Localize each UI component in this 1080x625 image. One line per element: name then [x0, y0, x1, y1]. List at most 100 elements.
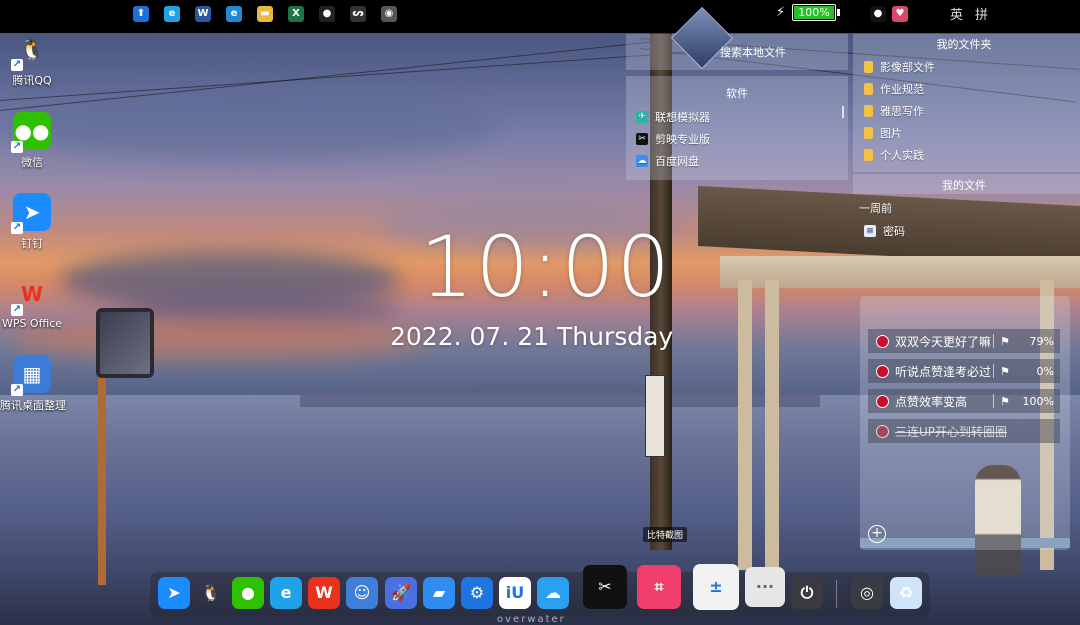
todo-item-text: 双双今天更好了嘛	[895, 334, 992, 349]
todo-separator	[993, 334, 994, 348]
todo-item-text: 点赞效率变高	[895, 394, 968, 409]
battery-cell: 100%	[792, 4, 836, 21]
todo-item[interactable]: 三连UP开心到转圈圈	[868, 419, 1060, 443]
software-item-label: 联想模拟器	[655, 111, 710, 124]
battery-percent: 100%	[798, 6, 830, 19]
folder-item[interactable]: 个人实践	[864, 147, 924, 163]
settings-icon[interactable]: ⚙	[461, 577, 493, 609]
qq-icon[interactable]: 🐧	[195, 577, 227, 609]
wps-icon[interactable]: W	[308, 577, 340, 609]
file-item-label: 密码	[883, 225, 905, 238]
folder-item-label: 作业规范	[880, 83, 924, 96]
folder-item[interactable]: 图片	[864, 125, 902, 141]
todo-item[interactable]: 双双今天更好了嘛 ⚑ 79%	[868, 329, 1060, 353]
add-todo-button[interactable]: +	[868, 525, 886, 543]
todo-item[interactable]: 听说点赞逢考必过 ⚑ 0%	[868, 359, 1060, 383]
todo-checkbox[interactable]	[876, 334, 889, 348]
more-icon[interactable]: ···	[745, 567, 785, 607]
folder-item-label: 个人实践	[880, 149, 924, 162]
folder-item[interactable]: 影像部文件	[864, 59, 935, 75]
app-shortcut-icon: ✂	[636, 133, 648, 145]
dock-tooltip: 比特截图	[643, 527, 688, 542]
flag-icon: ⚑	[1000, 364, 1010, 378]
power-icon[interactable]: ⏻	[791, 577, 823, 609]
dingtalk-icon: ➤ ↗	[11, 193, 51, 234]
dingtalk-icon[interactable]: ➤	[158, 577, 190, 609]
charging-plug-icon: ⚡	[776, 4, 786, 20]
qq-status-icon[interactable]: ●	[870, 6, 886, 22]
battery-indicator[interactable]: ⚡ 100%	[776, 4, 840, 21]
word-icon[interactable]: W	[195, 6, 211, 22]
file-item[interactable]: ≡ 密码	[864, 223, 905, 239]
folder-item[interactable]: 雅思写作	[864, 103, 924, 119]
shortcut-arrow-icon: ↗	[11, 384, 23, 396]
desktop-icon-desktop-organizer[interactable]: ▦ ↗ 腾讯桌面整理	[0, 355, 66, 413]
wechat-icon: ●● ↗	[11, 112, 51, 153]
excel-icon[interactable]: X	[288, 6, 304, 22]
browser-360-icon[interactable]: e	[270, 577, 302, 609]
todo-progress: 0%	[1036, 364, 1054, 378]
edge-icon[interactable]: e	[226, 6, 242, 22]
software-fence-scrollbar[interactable]	[842, 106, 844, 118]
software-fence-title: 软件	[726, 87, 748, 100]
folder-icon	[864, 127, 873, 139]
software-item-label: 剪映专业版	[655, 133, 710, 146]
folder-item-label: 图片	[880, 127, 902, 140]
document-icon: ≡	[864, 225, 876, 237]
browser-360-icon[interactable]: e	[164, 6, 180, 22]
baidu-netdisk-icon[interactable]: ☁	[537, 577, 569, 609]
desktop-icon-qq[interactable]: 🐧 ↗ 腾讯QQ	[0, 30, 64, 88]
software-item[interactable]: ✈ 联想模拟器	[636, 109, 710, 125]
app-shortcut-icon: ☁	[636, 155, 648, 167]
desktop-icon-dingtalk[interactable]: ➤ ↗ 钉钉	[0, 193, 64, 251]
rocket-icon[interactable]: 🚀	[385, 577, 417, 609]
disc-app-icon[interactable]: ◉	[381, 6, 397, 22]
todo-checkbox[interactable]	[876, 424, 889, 438]
watermark-text: overwater	[497, 614, 566, 625]
screenshot-icon[interactable]: ⌗	[637, 565, 681, 609]
software-item-label: 百度网盘	[655, 155, 699, 168]
top-taskbar: ⬆ e We ▬ X ● ᔕ ◉ ⚡ 100% ● ♥ 英 拼	[0, 0, 1080, 33]
software-item[interactable]: ☁ 百度网盘	[636, 153, 699, 169]
tray-app-icon[interactable]: ♥	[892, 6, 908, 22]
todo-item-text: 三连UP开心到转圈圈	[895, 424, 1008, 439]
desktop-icon-wechat[interactable]: ●● ↗ 微信	[0, 112, 64, 170]
folder-icon	[864, 105, 873, 117]
desktop-clock-date: 2022. 07. 21 Thursday	[390, 322, 674, 351]
todo-separator	[993, 394, 994, 408]
my-folders-title: 我的文件夹	[936, 38, 992, 51]
desktop-icon-label: 腾讯QQ	[12, 74, 52, 87]
file-explorer-icon[interactable]: ▬	[257, 6, 273, 22]
finder-icon[interactable]: ☺	[346, 577, 378, 609]
capcut-icon[interactable]: ✂	[583, 565, 627, 609]
wechat-icon[interactable]: ●	[232, 577, 264, 609]
flag-icon: ⚑	[1000, 334, 1010, 348]
search-local-files-label[interactable]: 搜索本地文件	[720, 44, 786, 60]
store-icon[interactable]: ▰	[423, 577, 455, 609]
swirl-app-icon[interactable]: ᔕ	[350, 6, 366, 22]
steam-icon[interactable]: ◎	[851, 577, 883, 609]
folder-item[interactable]: 作业规范	[864, 81, 924, 97]
calculator-icon[interactable]: ±	[693, 564, 739, 610]
folder-icon	[864, 149, 873, 161]
flag-icon: ⚑	[1000, 394, 1010, 408]
todo-item[interactable]: 点赞效率变高 ⚑ 100%	[868, 389, 1060, 413]
desktop-icon-label: 微信	[21, 156, 43, 169]
desktop-organizer-icon: ▦ ↗	[11, 355, 51, 396]
iu-icon[interactable]: iU	[499, 577, 531, 609]
app-shortcut-icon: ✈	[636, 111, 648, 123]
security-app-icon[interactable]: ⬆	[133, 6, 149, 22]
desktop-icon-label: WPS Office	[1, 317, 63, 330]
my-files-title: 我的文件	[942, 179, 986, 192]
folder-icon	[864, 61, 873, 73]
desktop-icon-wps[interactable]: W ↗ WPS Office	[0, 275, 64, 330]
software-item[interactable]: ✂ 剪映专业版	[636, 131, 710, 147]
todo-checkbox[interactable]	[876, 394, 889, 408]
qq-tray-icon[interactable]: ●	[319, 6, 335, 22]
todo-checkbox[interactable]	[876, 364, 889, 378]
recycle-bin-icon[interactable]: ♻	[890, 577, 922, 609]
todo-progress: 100%	[1022, 394, 1054, 408]
ime-mode-icon[interactable]: 拼	[975, 4, 988, 23]
dock-divider	[836, 580, 837, 608]
ime-language-toggle[interactable]: 英	[950, 4, 963, 23]
